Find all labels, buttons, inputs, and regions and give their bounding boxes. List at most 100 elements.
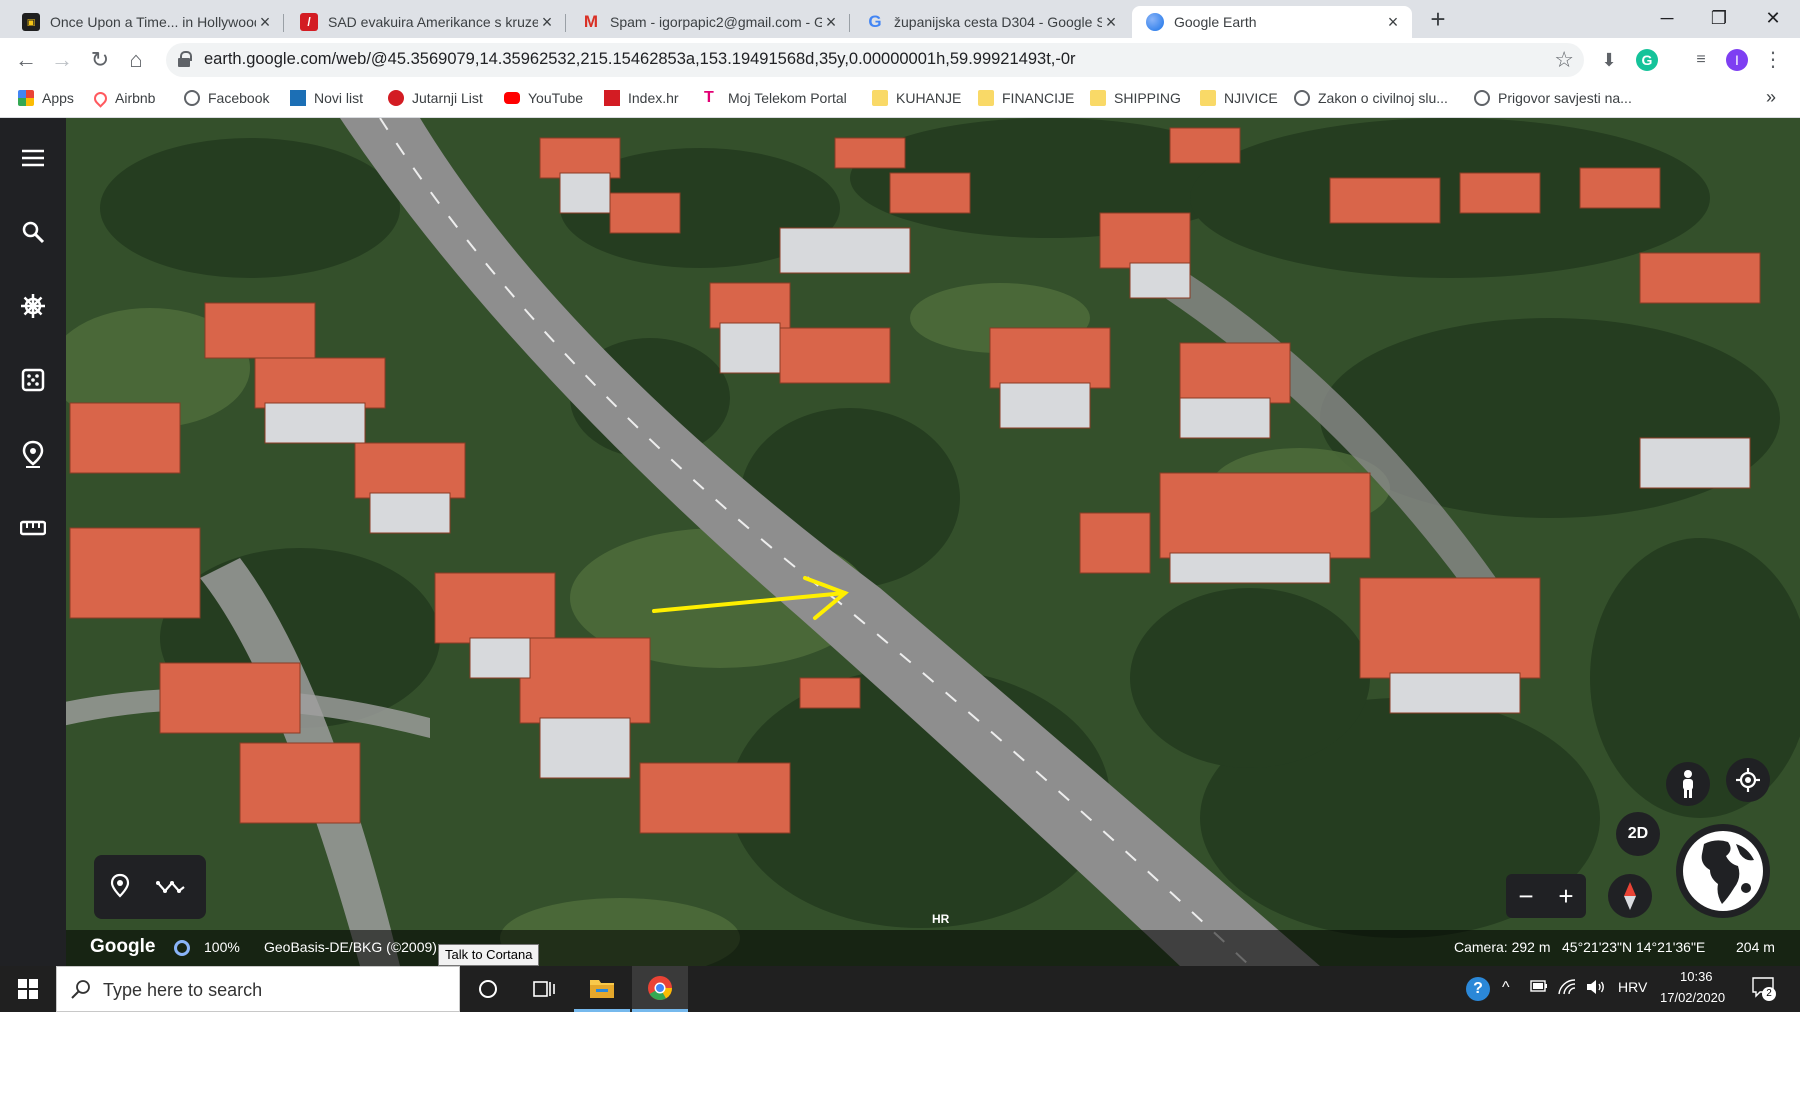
map-country-label: HR bbox=[932, 912, 950, 926]
zoom-in-button[interactable]: + bbox=[1546, 874, 1586, 918]
bookmark-folder-kuhanje[interactable]: KUHANJE bbox=[872, 90, 961, 106]
notifications-icon[interactable]: 2 bbox=[1752, 977, 1776, 1004]
compass-button[interactable] bbox=[1608, 874, 1652, 918]
new-tab-button[interactable]: + bbox=[1424, 6, 1452, 34]
forward-icon[interactable]: → bbox=[48, 46, 76, 74]
close-icon[interactable]: × bbox=[822, 12, 840, 33]
help-icon[interactable]: ? bbox=[1466, 977, 1490, 1001]
folder-icon bbox=[872, 90, 888, 106]
google-logo: Google bbox=[90, 936, 156, 957]
grammarly-extension-icon[interactable]: G bbox=[1636, 49, 1658, 71]
search-icon[interactable] bbox=[17, 216, 49, 248]
bookmark-label: Moj Telekom Portal bbox=[728, 90, 847, 106]
bookmark-label: Zakon o civilnoj slu... bbox=[1318, 90, 1448, 106]
aerial-imagery[interactable] bbox=[0, 118, 1800, 966]
globe-overview-button[interactable] bbox=[1676, 824, 1770, 918]
address-bar[interactable]: earth.google.com/web/@45.3569079,14.3596… bbox=[166, 43, 1584, 77]
loading-ring-icon bbox=[174, 940, 190, 956]
bookmarks-overflow-button[interactable]: » bbox=[1766, 87, 1776, 108]
home-icon[interactable]: ⌂ bbox=[122, 46, 150, 74]
volume-icon[interactable] bbox=[1586, 979, 1606, 998]
menu-hamburger-icon[interactable] bbox=[17, 142, 49, 174]
close-icon[interactable]: × bbox=[1384, 12, 1402, 33]
account-avatar[interactable]: I bbox=[1726, 49, 1748, 71]
bookmark-zakon[interactable]: Zakon o civilnoj slu... bbox=[1294, 90, 1448, 106]
add-placemark-icon[interactable] bbox=[110, 873, 130, 904]
windows-start-button[interactable] bbox=[0, 966, 56, 1012]
earth-3d-view[interactable]: HR bbox=[0, 118, 1800, 966]
folder-icon bbox=[1200, 90, 1216, 106]
jutarnji-icon bbox=[388, 90, 404, 106]
menu-kebab-icon[interactable]: ⋮ bbox=[1762, 49, 1784, 71]
my-location-button[interactable] bbox=[1726, 758, 1770, 802]
feeling-lucky-dice-icon[interactable] bbox=[17, 364, 49, 396]
tab-hollywood[interactable]: ▣ Once Upon a Time... in Hollywood × bbox=[8, 6, 284, 38]
windows-taskbar: Type here to search ? ^ HRV 10:36 17/02/… bbox=[0, 966, 1800, 1012]
bookmark-airbnb[interactable]: Airbnb bbox=[91, 88, 155, 108]
bookmark-folder-shipping[interactable]: SHIPPING bbox=[1090, 90, 1181, 106]
bookmark-star-icon[interactable]: ☆ bbox=[1554, 47, 1574, 73]
bookmark-prigovor[interactable]: Prigovor savjesti na... bbox=[1474, 90, 1632, 106]
bookmark-folder-financije[interactable]: FINANCIJE bbox=[978, 90, 1074, 106]
imdb-icon: ▣ bbox=[22, 13, 40, 31]
zoom-out-button[interactable]: − bbox=[1506, 874, 1546, 918]
data-attribution[interactable]: GeoBasis-DE/BKG (©2009) bbox=[264, 939, 437, 955]
battery-icon[interactable] bbox=[1530, 979, 1548, 995]
tab-title: Once Upon a Time... in Hollywood bbox=[50, 14, 256, 30]
bookmark-telekom[interactable]: T Moj Telekom Portal bbox=[704, 90, 847, 107]
close-icon[interactable]: × bbox=[256, 12, 274, 33]
apps-grid-icon bbox=[18, 90, 34, 106]
voyager-ship-wheel-icon[interactable] bbox=[17, 290, 49, 322]
back-icon[interactable]: ← bbox=[12, 46, 40, 74]
tab-gmail-spam[interactable]: M Spam - igorpapic2@gmail.com - Gmail × bbox=[568, 6, 850, 38]
bookmark-label: SHIPPING bbox=[1114, 90, 1181, 106]
bookmark-youtube[interactable]: YouTube bbox=[504, 90, 583, 106]
clock-time[interactable]: 10:36 bbox=[1680, 969, 1713, 984]
clock-date[interactable]: 17/02/2020 bbox=[1660, 990, 1725, 1005]
pegman-street-view-button[interactable] bbox=[1666, 762, 1710, 806]
notification-count-badge: 2 bbox=[1762, 987, 1776, 1001]
google-icon: G bbox=[868, 12, 882, 31]
search-icon bbox=[71, 979, 91, 1004]
chrome-taskbar-icon[interactable] bbox=[632, 966, 688, 1012]
file-explorer-icon[interactable] bbox=[574, 966, 630, 1012]
draw-path-icon[interactable] bbox=[156, 877, 186, 902]
task-view-icon[interactable] bbox=[516, 966, 572, 1012]
tab-sad-evakuira[interactable]: / SAD evakuira Amerikance s kruzera × bbox=[286, 6, 566, 38]
tab-title: Spam - igorpapic2@gmail.com - Gmail bbox=[610, 14, 822, 30]
maximize-button[interactable]: ❐ bbox=[1696, 4, 1742, 32]
bookmark-apps[interactable]: Apps bbox=[18, 90, 74, 106]
bookmark-jutarnji[interactable]: Jutarnji List bbox=[388, 90, 483, 106]
wifi-icon[interactable] bbox=[1558, 979, 1576, 998]
minimize-button[interactable]: ─ bbox=[1644, 4, 1690, 32]
media-queue-icon[interactable]: ≡ bbox=[1690, 49, 1712, 71]
bookmark-folder-njivice[interactable]: NJIVICE bbox=[1200, 90, 1278, 106]
url-text[interactable]: earth.google.com/web/@45.3569079,14.3596… bbox=[204, 50, 1076, 69]
bookmark-index[interactable]: Index.hr bbox=[604, 90, 679, 106]
bookmark-facebook[interactable]: Facebook bbox=[184, 90, 269, 106]
folder-icon bbox=[978, 90, 994, 106]
download-extension-icon[interactable]: ⬇ bbox=[1598, 49, 1620, 71]
taskbar-search-box[interactable]: Type here to search bbox=[56, 966, 460, 1012]
input-language[interactable]: HRV bbox=[1618, 979, 1647, 995]
measure-ruler-icon[interactable] bbox=[17, 512, 49, 544]
earth-sidebar bbox=[0, 118, 66, 966]
tab-google-earth[interactable]: Google Earth × bbox=[1132, 6, 1412, 38]
close-icon[interactable]: × bbox=[538, 12, 556, 33]
reload-icon[interactable]: ↻ bbox=[86, 46, 114, 74]
toggle-2d-button[interactable]: 2D bbox=[1616, 812, 1660, 856]
navigation-bar: ← → ↻ ⌂ earth.google.com/web/@45.3569079… bbox=[0, 38, 1800, 82]
close-window-button[interactable]: ✕ bbox=[1750, 4, 1796, 32]
drawing-toolbox bbox=[94, 855, 206, 919]
camera-altitude: Camera: 292 m bbox=[1454, 939, 1551, 955]
index-icon bbox=[604, 90, 620, 106]
ground-elevation: 204 m bbox=[1736, 939, 1775, 955]
bookmark-label: YouTube bbox=[528, 90, 584, 106]
tray-overflow-icon[interactable]: ^ bbox=[1502, 979, 1510, 997]
close-icon[interactable]: × bbox=[1102, 12, 1120, 33]
tab-google-search[interactable]: G županijska cesta D304 - Google Search … bbox=[852, 6, 1130, 38]
projects-pin-icon[interactable] bbox=[17, 438, 49, 470]
cursor-coordinates: 45°21'23"N 14°21'36"E bbox=[1562, 939, 1706, 955]
cortana-icon[interactable] bbox=[460, 966, 516, 1012]
bookmark-novi-list[interactable]: Novi list bbox=[290, 90, 363, 106]
